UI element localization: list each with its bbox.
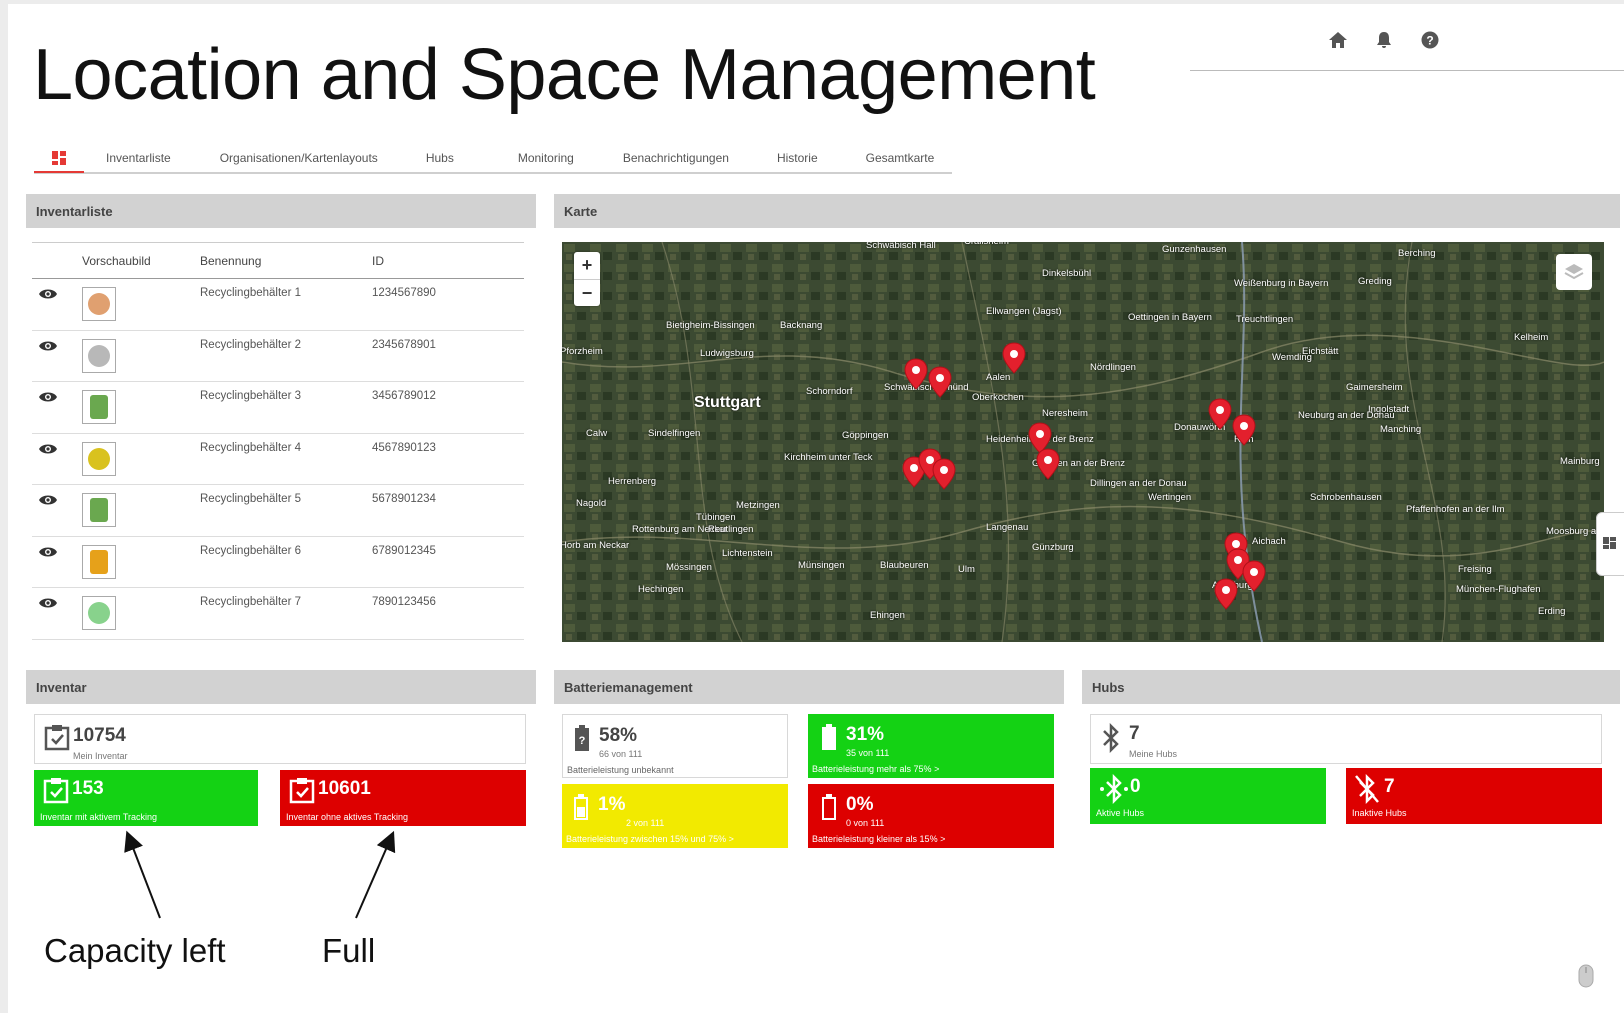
slide: Location and Space Management ? Inventar… xyxy=(8,4,1624,1013)
annotation-arrows xyxy=(124,830,396,919)
annotation-capacity-left: Capacity left xyxy=(44,932,226,969)
annotation-full: Full xyxy=(322,932,376,969)
